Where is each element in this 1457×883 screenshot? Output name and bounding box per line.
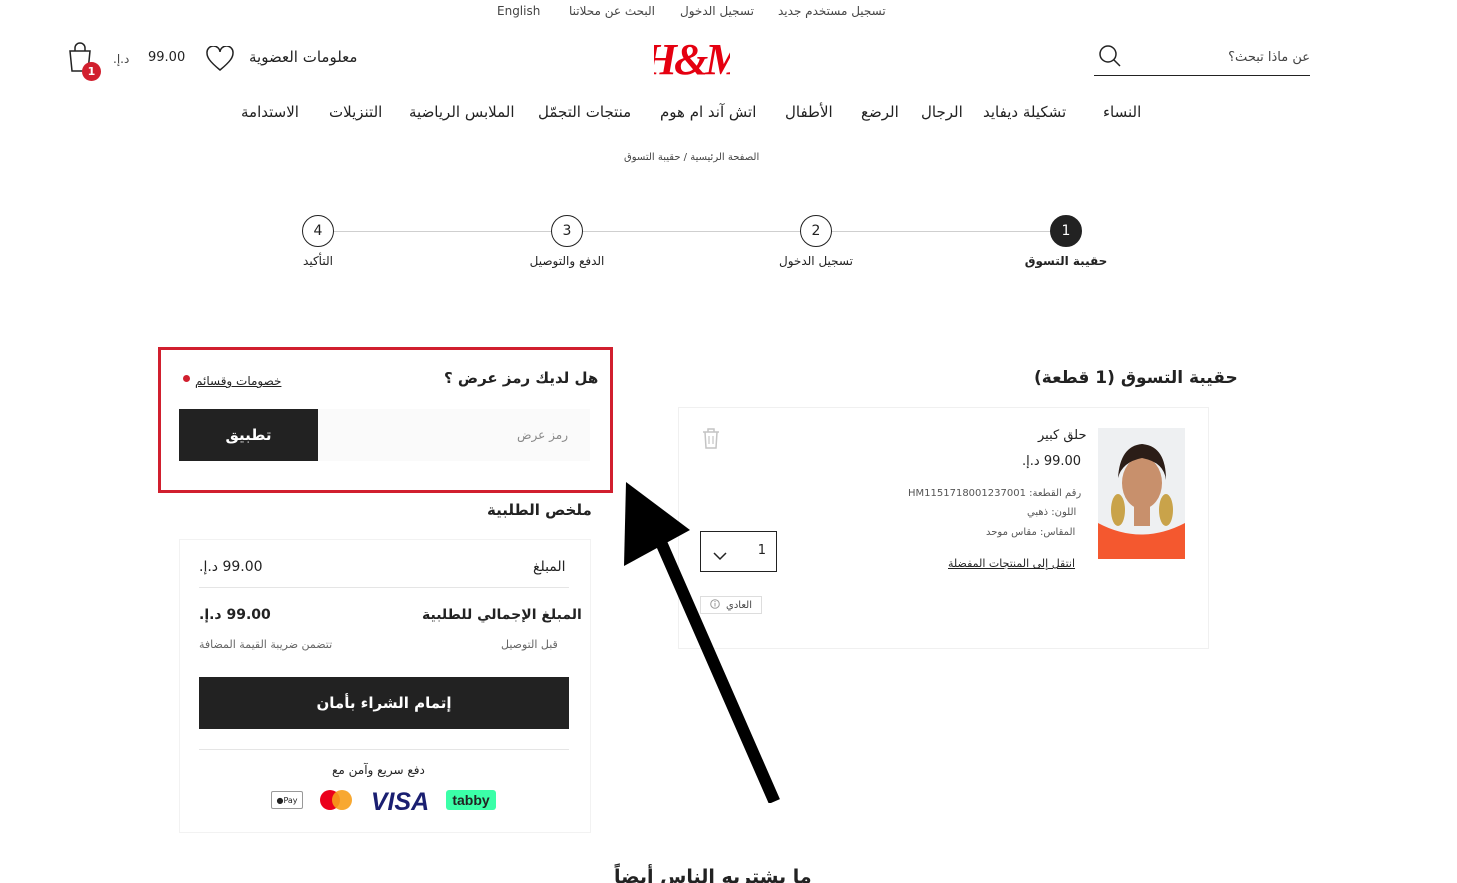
vat-note: تتضمن ضريبة القيمة المضافة <box>199 638 333 651</box>
heart-icon <box>206 45 234 71</box>
stepper-line <box>318 231 1066 232</box>
amount-label: المبلغ <box>533 559 566 575</box>
step-3-label: الدفع والتوصيل <box>529 254 605 268</box>
summary-title: ملخص الطلبية <box>487 501 592 519</box>
find-store-link[interactable]: البحث عن محلاتنا <box>569 4 655 18</box>
apply-promo-button[interactable]: تطبيق <box>179 409 318 461</box>
svg-text:H&M: H&M <box>654 35 730 84</box>
svg-text:VISA: VISA <box>371 788 429 814</box>
cart-count-badge: 1 <box>82 62 101 81</box>
step-2-label: تسجيل الدخول <box>779 254 853 268</box>
search-icon[interactable] <box>1098 44 1122 72</box>
mastercard-logo <box>318 789 354 811</box>
visa-logo: VISA <box>368 786 432 816</box>
amount-value: 99.00 د.إ.‏ <box>199 559 263 575</box>
step-1-label: حقيبة التسوق <box>1024 254 1108 268</box>
step-1-circle: 1 <box>1050 215 1082 247</box>
total-value: 99.00 د.إ.‏ <box>199 607 271 623</box>
earrings-photo <box>1098 428 1185 559</box>
tabby-logo: tabby <box>446 790 496 810</box>
promo-question: هل لديك رمز عرض ؟ <box>444 369 599 387</box>
item-name[interactable]: حلق كبير <box>1038 428 1087 443</box>
item-article-number: رقم القطعة: HM1151718001237001 <box>908 488 1082 499</box>
favourites-button[interactable] <box>206 45 234 76</box>
summary-divider <box>199 587 569 588</box>
nav-sale[interactable]: التنزيلات <box>329 103 382 121</box>
apple-icon: ● <box>276 795 284 805</box>
summary-divider-2 <box>199 749 569 750</box>
nav-men[interactable]: الرجال <box>921 103 963 121</box>
language-link[interactable]: English <box>497 4 540 18</box>
secure-checkout-button[interactable]: إتمام الشراء بأمان <box>199 677 569 729</box>
product-image[interactable] <box>1098 428 1185 559</box>
svg-text:tabby: tabby <box>452 792 490 808</box>
item-price: 99.00 د.إ.‏ <box>1022 454 1082 469</box>
hm-logo[interactable]: H&M <box>642 32 749 84</box>
item-color: اللون: ذهبي <box>1027 507 1077 518</box>
apple-pay-logo: ● Pay <box>271 791 303 809</box>
step-2-circle: 2 <box>800 215 832 247</box>
cart-title: حقيبة التسوق (1 قطعة) <box>1034 368 1238 388</box>
sign-in-link[interactable]: تسجيل الدخول <box>680 4 754 18</box>
nav-divided[interactable]: تشكيلة ديفايد <box>983 103 1066 121</box>
discounts-vouchers-link[interactable]: خصومات وقسائم <box>195 374 281 388</box>
notification-dot <box>183 375 190 382</box>
cart-total: 99.00 <box>148 50 186 65</box>
move-to-favourites-link[interactable]: انتقل إلى المنتجات المفضلة <box>948 557 1075 570</box>
cart-button[interactable]: 1 <box>66 42 101 82</box>
before-delivery-note: قبل التوصيل <box>501 638 558 651</box>
step-4-circle: 4 <box>302 215 334 247</box>
breadcrumb[interactable]: الصفحة الرئيسية / حقيبة التسوق <box>624 152 759 163</box>
more-products-title: ما يشتريه الناس أيضاً <box>614 866 812 883</box>
total-label: المبلغ الإجمالي للطلبية <box>422 607 582 623</box>
nav-sustainability[interactable]: الاستدامة <box>241 103 299 121</box>
nav-home[interactable]: اتش آند ام هوم <box>660 103 756 121</box>
item-size: المقاس: مقاس موحد <box>986 527 1076 538</box>
cart-currency: د.إ.‏ <box>113 52 130 66</box>
search-bar[interactable]: عن ماذا تبحث؟ <box>1094 42 1310 76</box>
nav-beauty[interactable]: منتجات التجمّل <box>538 103 631 121</box>
nav-kids[interactable]: الأطفال <box>785 103 833 121</box>
fast-pay-label: دفع سريع وآمن مع <box>332 763 425 777</box>
nav-sport[interactable]: الملابس الرياضية <box>409 103 515 121</box>
register-link[interactable]: تسجيل مستخدم جديد <box>778 4 886 18</box>
step-3-circle: 3 <box>551 215 583 247</box>
promo-code-placeholder: رمز عرض <box>517 428 568 442</box>
step-4-label: التأكيد <box>303 254 333 268</box>
nav-women[interactable]: النساء <box>1103 103 1141 121</box>
hm-logo-mark: H&M <box>642 35 749 84</box>
annotation-arrow <box>624 482 780 803</box>
search-input[interactable]: عن ماذا تبحث؟ <box>1228 50 1310 65</box>
nav-baby[interactable]: الرضع <box>861 103 899 121</box>
membership-link[interactable]: معلومات العضوية <box>249 48 357 66</box>
trash-icon <box>703 428 719 449</box>
delete-item-button[interactable] <box>700 426 722 454</box>
